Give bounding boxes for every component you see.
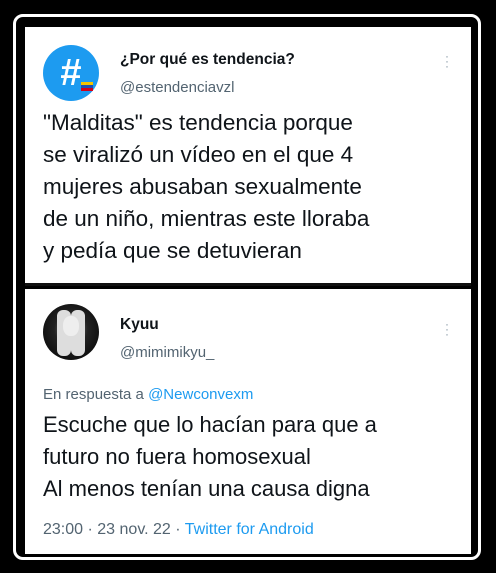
tweet-text-line: y pedía que se detuvieran [43,238,302,263]
tweet-source[interactable]: Twitter for Android [185,521,314,538]
separator: · [87,521,98,538]
tweet-time[interactable]: 23:00 [43,521,83,538]
tweet-text-line: mujeres abusaban sexualmente [43,174,362,199]
author-handle[interactable]: @mimimikyu_ [120,344,214,361]
author-name[interactable]: Kyuu [120,316,159,334]
avatar[interactable] [43,304,99,360]
flag-icon [81,82,93,91]
avatar-face [63,316,79,336]
more-options-icon[interactable]: · · · [445,318,449,340]
tweet-text: "Malditas" es tendencia porque se virali… [43,107,463,267]
author-handle[interactable]: @estendenciavzl [120,79,234,96]
tweet-text-line: Al menos tenían una causa digna [43,476,370,501]
tweet-text-line: "Malditas" es tendencia porque [43,110,353,135]
tweet-card-reply: Kyuu @mimimikyu_ · · · En respuesta a @New… [25,289,471,554]
tweet-date[interactable]: 23 nov. 22 [97,521,171,538]
tweet-text-line: futuro no fuera homosexual [43,444,311,469]
tweet-text-line: de un niño, mientras este lloraba [43,206,370,231]
reply-context: En respuesta a @Newconvexm [43,386,253,403]
reply-prefix: En respuesta a [43,386,144,403]
tweet-text: Escuche que lo hacían para que a futuro … [43,409,463,505]
author-name[interactable]: ¿Por qué es tendencia? [120,51,295,69]
reply-to-link[interactable]: @Newconvexm [148,386,253,403]
tweet-text-line: se viralizó un vídeo en el que 4 [43,142,354,167]
more-options-icon[interactable]: · · · [445,50,449,72]
tweet-metadata: 23:00 · 23 nov. 22 · Twitter for Android [43,521,314,539]
separator: · [175,521,185,538]
tweet-text-line: Escuche que lo hacían para que a [43,412,377,437]
avatar[interactable]: # [43,45,99,101]
tweet-card-trending: # ¿Por qué es tendencia? @estendenciavzl… [25,27,471,286]
